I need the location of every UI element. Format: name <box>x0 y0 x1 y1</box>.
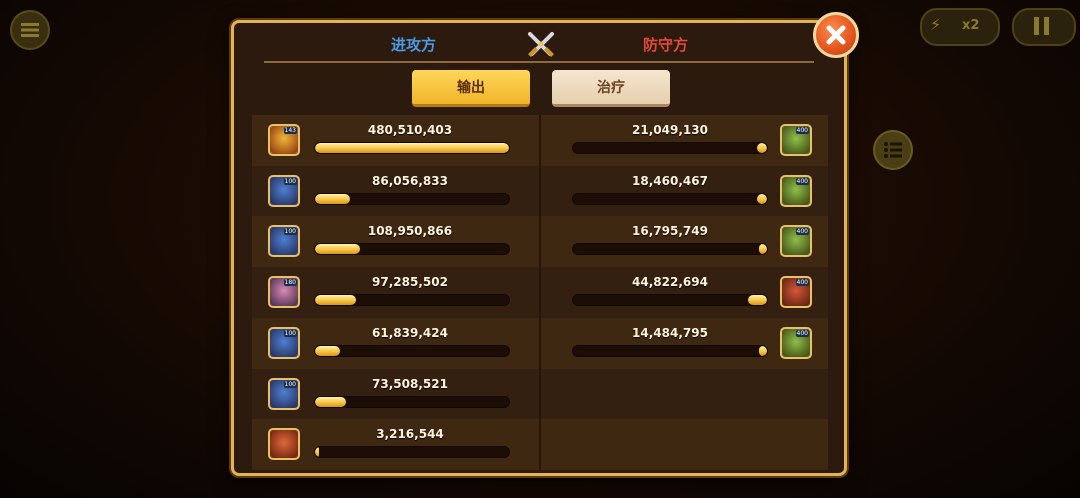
tab-damage-label: 输出 <box>457 80 485 96</box>
attacker-damage-bar <box>314 446 510 459</box>
blue-knight-portrait[interactable]: 100 <box>268 377 300 410</box>
pause-icon <box>1034 17 1049 35</box>
attacker-damage-bar <box>314 395 510 408</box>
speed-label: x2 <box>962 18 980 33</box>
attacker-damage-bar <box>314 294 510 307</box>
level-badge: 400 <box>795 279 809 287</box>
defender-damage-fill <box>757 193 767 204</box>
tab-damage-output[interactable]: 输出 <box>412 70 530 107</box>
defender-damage-value: 18,460,467 <box>632 173 708 188</box>
defender-damage-value: 21,049,130 <box>632 123 708 137</box>
header-divider <box>264 61 814 63</box>
defender-damage-fill <box>759 345 767 356</box>
list-button[interactable] <box>873 130 913 170</box>
attacker-damage-fill <box>315 295 356 306</box>
attacker-damage-fill <box>315 447 319 458</box>
level-badge: 143 <box>283 127 297 134</box>
attacker-damage-fill <box>315 193 350 204</box>
level-badge: 100 <box>283 177 297 185</box>
pink-rogue-portrait[interactable]: 180 <box>268 276 300 309</box>
level-badge: 400 <box>795 329 809 337</box>
attacker-damage-bar <box>314 192 510 205</box>
column-divider <box>539 216 541 268</box>
level-badge: 400 <box>795 177 809 185</box>
menu-button[interactable] <box>10 10 50 50</box>
defender-damage-bar <box>572 344 768 357</box>
level-badge: 100 <box>283 380 297 388</box>
column-divider <box>539 419 541 471</box>
level-badge: 180 <box>283 279 297 287</box>
attacker-damage-fill <box>315 345 341 356</box>
attacker-damage-bar <box>314 243 510 256</box>
attacker-damage-value: 3,216,544 <box>376 427 444 442</box>
stats-row: 3,216,544 <box>252 419 828 471</box>
attacker-damage-bar <box>314 142 510 154</box>
defender-damage-value: 44,822,694 <box>632 275 708 290</box>
defender-damage-fill <box>747 295 767 306</box>
defender-damage-fill <box>759 244 767 255</box>
defender-damage-value: 14,484,795 <box>632 325 708 340</box>
column-divider <box>539 317 541 369</box>
battle-stats-panel: 进攻方 防守方 输出 治疗 143 480,510,403 400 21,049,13… <box>231 20 847 476</box>
defender-damage-bar <box>572 243 768 256</box>
column-divider <box>539 115 541 166</box>
stats-list[interactable]: 143 480,510,403 400 21,049,130 100 86,056,833… <box>252 115 828 471</box>
list-icon <box>884 142 902 158</box>
attacker-damage-fill <box>315 244 360 255</box>
level-badge: 400 <box>795 228 809 236</box>
defender-damage-bar <box>572 294 768 307</box>
stats-row: 100 86,056,833 400 18,460,467 <box>252 165 828 217</box>
close-icon <box>826 25 846 45</box>
menu-icon <box>21 23 39 37</box>
panel-header: 进攻方 防守方 <box>234 23 844 65</box>
golden-warrior-portrait[interactable]: 143 <box>268 124 300 156</box>
attacker-label: 进攻方 <box>391 36 437 54</box>
tab-healing[interactable]: 治疗 <box>552 70 670 107</box>
attacker-damage-value: 73,508,521 <box>372 376 448 391</box>
tab-healing-label: 治疗 <box>597 80 625 96</box>
stats-row: 143 480,510,403 400 21,049,130 <box>252 115 828 166</box>
attacker-damage-bar <box>314 344 510 357</box>
speed-toggle[interactable]: ⚡ x2 <box>920 8 1000 46</box>
level-badge: 100 <box>283 228 297 236</box>
fire-beast-portrait[interactable] <box>268 428 300 461</box>
attacker-damage-value: 480,510,403 <box>367 123 453 137</box>
stats-row: 100 108,950,866 400 16,795,749 <box>252 216 828 268</box>
lightning-icon: ⚡ <box>930 15 942 34</box>
attacker-damage-fill <box>315 143 509 153</box>
level-badge: 100 <box>283 329 297 337</box>
blue-knight-portrait[interactable]: 100 <box>268 225 300 258</box>
close-button[interactable] <box>813 12 859 58</box>
column-divider <box>539 267 541 319</box>
green-goblin-portrait[interactable]: 400 <box>780 225 812 258</box>
red-goblin-portrait[interactable]: 400 <box>780 276 812 309</box>
defender-label: 防守方 <box>643 36 689 54</box>
green-goblin-portrait[interactable]: 400 <box>780 174 812 207</box>
green-goblin-portrait[interactable]: 400 <box>780 124 812 156</box>
attacker-damage-value: 97,285,502 <box>372 275 448 290</box>
attacker-damage-value: 86,056,833 <box>372 173 448 188</box>
defender-damage-bar <box>572 142 768 154</box>
attacker-damage-fill <box>315 396 347 407</box>
blue-knight-portrait[interactable]: 100 <box>268 174 300 207</box>
stats-row: 180 97,285,502 400 44,822,694 <box>252 267 828 319</box>
defender-damage-fill <box>757 143 767 153</box>
pause-button[interactable] <box>1012 8 1076 46</box>
column-divider <box>539 165 541 217</box>
crossed-swords-icon <box>528 32 554 57</box>
attacker-damage-value: 108,950,866 <box>367 224 453 239</box>
stats-row: 100 73,508,521 <box>252 368 828 420</box>
attacker-damage-value: 61,839,424 <box>372 325 448 340</box>
defender-damage-value: 16,795,749 <box>632 224 708 239</box>
blue-knight-portrait[interactable]: 100 <box>268 326 300 359</box>
level-badge: 400 <box>795 127 809 134</box>
green-goblin-portrait[interactable]: 400 <box>780 326 812 359</box>
column-divider <box>539 368 541 420</box>
stats-row: 100 61,839,424 400 14,484,795 <box>252 317 828 369</box>
defender-damage-bar <box>572 192 768 205</box>
